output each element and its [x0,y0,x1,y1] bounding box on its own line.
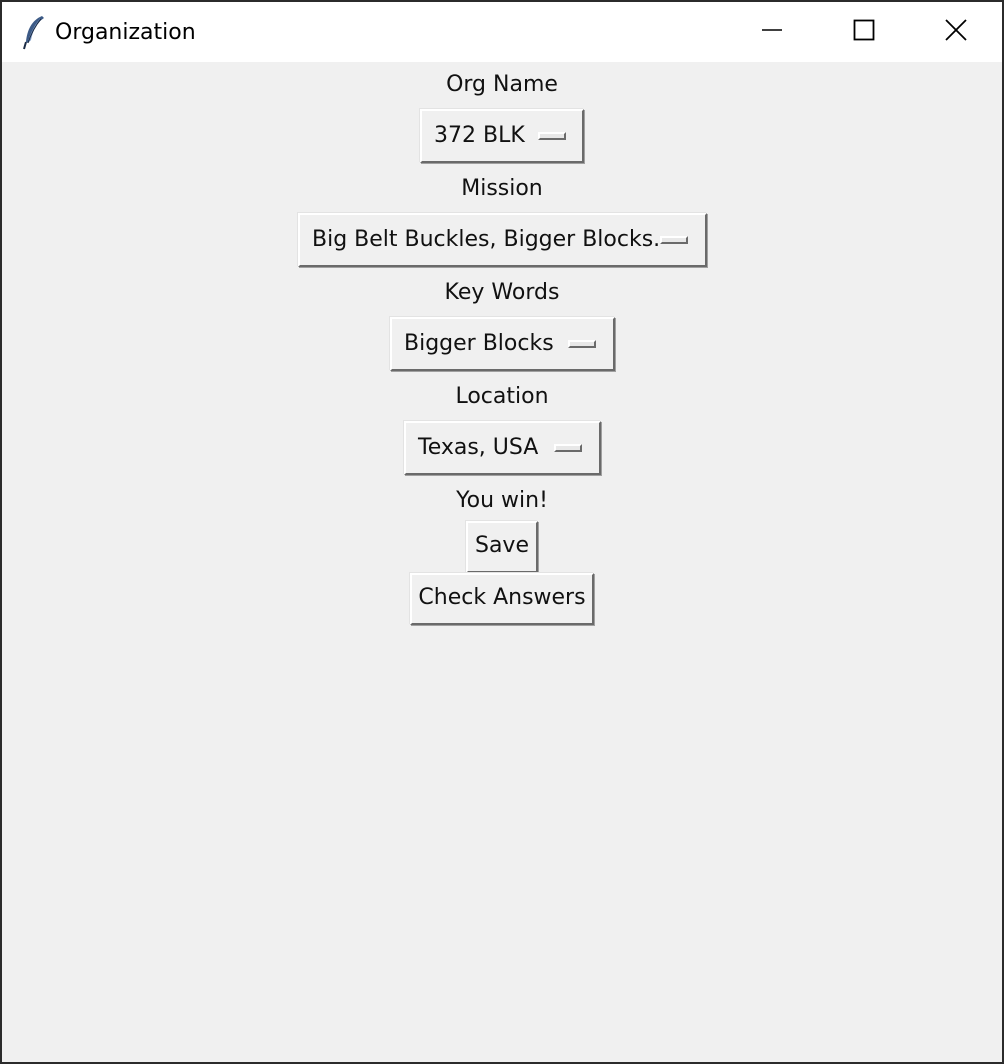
save-button[interactable]: Save [466,521,538,573]
org-name-label: Org Name [446,72,558,97]
dropdown-indicator-icon [538,132,566,140]
maximize-button[interactable] [818,2,910,62]
mission-dropdown[interactable]: Big Belt Buckles, Bigger Blocks. [298,213,707,267]
dropdown-indicator-icon [660,236,688,244]
mission-value: Big Belt Buckles, Bigger Blocks. [312,227,661,252]
key-words-dropdown[interactable]: Bigger Blocks [390,317,615,371]
form-area: Org Name 372 BLK Mission Big Belt Buckle… [2,62,1002,1062]
feather-icon [20,14,50,50]
dropdown-indicator-icon [568,340,596,348]
dropdown-indicator-icon [554,444,582,452]
maximize-icon [853,19,875,45]
minimize-icon [761,19,783,45]
location-label: Location [455,384,549,409]
key-words-value: Bigger Blocks [404,331,554,356]
org-name-value: 372 BLK [434,123,525,148]
app-window: Organization Org Name 372 BLK Mission Bi… [0,0,1004,1064]
minimize-button[interactable] [726,2,818,62]
location-value: Texas, USA [418,435,539,460]
title-bar[interactable]: Organization [2,2,1002,62]
org-name-dropdown[interactable]: 372 BLK [420,109,584,163]
check-answers-button[interactable]: Check Answers [410,573,594,625]
close-icon [945,19,967,45]
result-message: You win! [456,488,548,513]
location-dropdown[interactable]: Texas, USA [404,421,601,475]
mission-label: Mission [461,176,543,201]
close-button[interactable] [910,2,1002,62]
key-words-label: Key Words [444,280,560,305]
window-title: Organization [55,20,196,45]
